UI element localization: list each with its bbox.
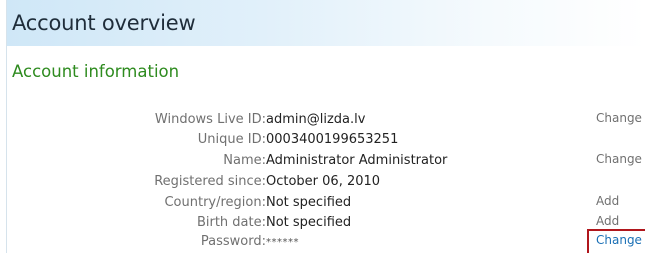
row-birth-date: Birth date: Not specified Add <box>7 214 645 233</box>
account-overview-panel: Account overview Account information Win… <box>6 0 645 253</box>
registered-since-label: Registered since: <box>154 174 266 189</box>
add-birth-date-link[interactable]: Add <box>596 214 619 228</box>
password-label: Password: <box>200 234 266 249</box>
name-label: Name: <box>223 153 266 168</box>
name-value: Administrator Administrator <box>266 153 448 168</box>
birth-date-label: Birth date: <box>196 215 266 230</box>
add-country-region-link[interactable]: Add <box>596 194 619 208</box>
registered-since-value: October 06, 2010 <box>266 174 381 189</box>
row-unique-id: Unique ID: 0003400199653251 <box>7 132 645 150</box>
unique-id-label: Unique ID: <box>197 132 266 147</box>
unique-id-value: 0003400199653251 <box>266 132 399 147</box>
birth-date-value: Not specified <box>266 215 352 230</box>
windows-live-id-value: admin@lizda.lv <box>266 112 366 127</box>
change-name-link[interactable]: Change <box>596 152 642 166</box>
change-windows-live-id-link[interactable]: Change <box>596 111 642 125</box>
row-windows-live-id: Windows Live ID: admin@lizda.lv Change <box>7 111 645 130</box>
password-value: ****** <box>266 237 299 248</box>
row-name: Name: Administrator Administrator Change <box>7 152 645 171</box>
row-registered-since: Registered since: October 06, 2010 <box>7 174 645 192</box>
country-region-label: Country/region: <box>164 195 266 210</box>
country-region-value: Not specified <box>266 195 352 210</box>
row-password: Password: ****** Change <box>7 233 645 252</box>
section-title: Account information <box>12 62 180 81</box>
row-country-region: Country/region: Not specified Add <box>7 194 645 213</box>
page-header: Account overview <box>7 0 645 46</box>
change-password-highlight <box>587 229 645 253</box>
page-title: Account overview <box>12 11 196 35</box>
windows-live-id-label: Windows Live ID: <box>154 112 266 127</box>
